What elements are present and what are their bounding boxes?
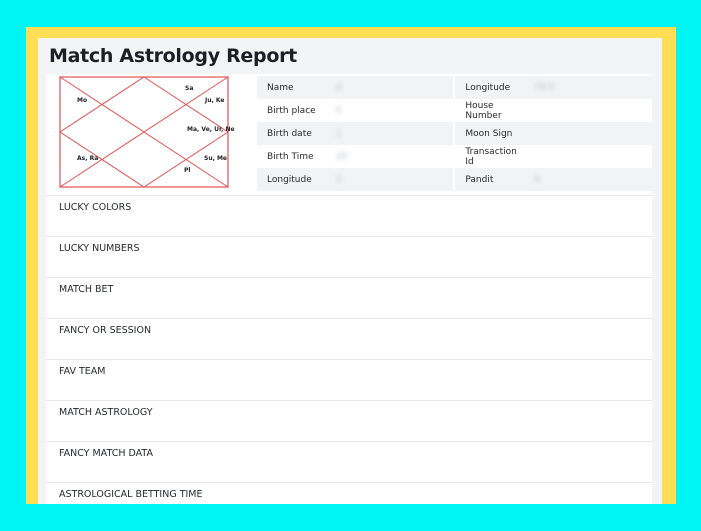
- field-value: S: [335, 105, 342, 116]
- page-title: Match Astrology Report: [49, 45, 297, 67]
- section-title: FANCY OR SESSION: [59, 325, 152, 336]
- field-label: Birth place: [267, 105, 316, 116]
- section-title: LUCKY COLORS: [59, 202, 132, 213]
- details-row: Name A Longitude 78.0: [257, 76, 652, 99]
- section-match-bet: MATCH BET: [46, 277, 652, 318]
- field-label: Transaction Id: [465, 146, 517, 167]
- section-fancy-or-session: FANCY OR SESSION: [46, 318, 652, 359]
- section-title: FANCY MATCH DATA: [59, 448, 153, 459]
- field-value: 2: [335, 174, 342, 185]
- house-label: Su, Me: [204, 155, 228, 162]
- field-label: Moon Sign: [455, 122, 525, 145]
- details-row: Birth date 1 Moon Sign: [257, 122, 652, 145]
- field-value: 20: [335, 151, 348, 162]
- section-title: MATCH ASTROLOGY: [59, 407, 153, 418]
- section-title: FAV TEAM: [59, 366, 106, 377]
- house-label: Mo: [77, 97, 88, 104]
- report-card: Mo Sa Ju, Ke Ma, Ve, Ur, Ne As, Ra Su, M…: [46, 74, 652, 504]
- field-label: Longitude: [257, 168, 326, 191]
- section-lucky-colors: LUCKY COLORS: [46, 195, 652, 236]
- house-label: Sa: [185, 85, 194, 92]
- report-page: Match Astrology Report Mo Sa Ju, Ke Ma, …: [38, 38, 662, 504]
- house-label: Pl: [184, 167, 191, 174]
- details-table: Name A Longitude 78.0 Birth place S Hous…: [257, 76, 652, 191]
- house-label: As, Ra: [77, 155, 99, 162]
- details-row: Birth place S House Number: [257, 99, 652, 122]
- field-value: 1: [335, 128, 342, 139]
- field-value: A: [335, 82, 342, 93]
- section-fancy-match-data: FANCY MATCH DATA: [46, 441, 652, 482]
- section-title: LUCKY NUMBERS: [59, 243, 140, 254]
- details-row: Birth Time 20 Transaction Id: [257, 145, 652, 168]
- field-label: Pandit: [455, 168, 525, 191]
- section-astrological-betting-time: ASTROLOGICAL BETTING TIME: [46, 482, 652, 504]
- field-value: 78.0: [534, 82, 555, 93]
- section-title: ASTROLOGICAL BETTING TIME: [59, 489, 203, 500]
- house-label: Ju, Ke: [205, 97, 225, 104]
- details-row: Longitude 2 Pandit A: [257, 168, 652, 191]
- section-match-astrology: MATCH ASTROLOGY: [46, 400, 652, 441]
- field-label: Name: [257, 76, 326, 99]
- section-title: MATCH BET: [59, 284, 114, 295]
- field-value: A: [534, 174, 541, 185]
- field-label: Longitude: [455, 76, 525, 99]
- field-label: Birth Time: [267, 151, 314, 162]
- field-label: House Number: [465, 100, 502, 121]
- field-label: Birth date: [257, 122, 326, 145]
- section-fav-team: FAV TEAM: [46, 359, 652, 400]
- section-lucky-numbers: LUCKY NUMBERS: [46, 236, 652, 277]
- birth-chart: Mo Sa Ju, Ke Ma, Ve, Ur, Ne As, Ra Su, M…: [59, 76, 235, 188]
- house-label: Ma, Ve, Ur, Ne: [187, 126, 235, 133]
- report-sections: LUCKY COLORS LUCKY NUMBERS MATCH BET FAN…: [46, 195, 652, 504]
